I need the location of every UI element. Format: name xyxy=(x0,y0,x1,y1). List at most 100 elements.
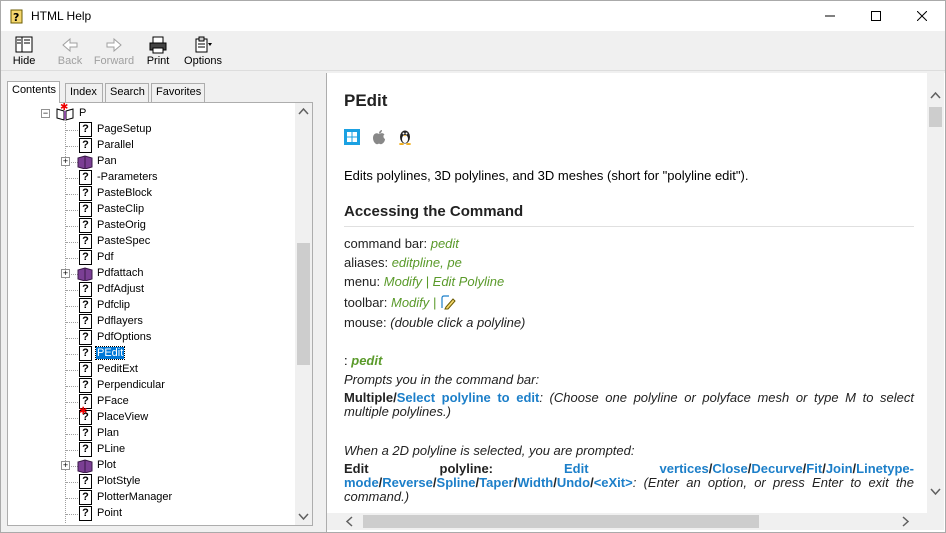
toolbar: Hide Back Forward Print Options xyxy=(1,31,945,71)
print-label: Print xyxy=(146,55,170,67)
expand-icon[interactable]: + xyxy=(61,269,70,278)
tree-item[interactable]: ? Perpendicular xyxy=(8,378,294,394)
tree-branch-line xyxy=(66,242,78,243)
edit-option-link[interactable]: Edit vertices xyxy=(564,461,709,476)
options-button[interactable]: Options xyxy=(181,33,225,71)
tree-item[interactable]: ? PlotterManager xyxy=(8,490,294,506)
edit-option-link[interactable]: Undo xyxy=(557,475,590,490)
content-horizontal-scrollbar[interactable] xyxy=(327,513,927,530)
tab-contents[interactable]: Contents xyxy=(7,81,60,103)
help-topic-icon: ? xyxy=(79,250,92,265)
printer-icon xyxy=(149,36,167,54)
tab-favorites[interactable]: Favorites xyxy=(151,83,205,102)
minimize-button[interactable] xyxy=(807,1,853,31)
title-bar[interactable]: ? HTML Help xyxy=(1,1,945,31)
tree-item[interactable]: ? Parallel xyxy=(8,138,294,154)
content-scroll-up-icon[interactable] xyxy=(927,87,944,104)
help-topic-icon: ? xyxy=(79,234,92,249)
tree-item[interactable]: ? PasteOrig xyxy=(8,218,294,234)
tree-item[interactable]: ? Pdfclip xyxy=(8,298,294,314)
maximize-button[interactable] xyxy=(853,1,899,31)
tree-item[interactable]: ? PageSetup xyxy=(8,122,294,138)
tab-search[interactable]: Search xyxy=(105,83,149,102)
tree-branch-line xyxy=(66,498,78,499)
help-topic-icon: ? xyxy=(79,426,92,441)
content-scroll-down-icon[interactable] xyxy=(927,483,944,500)
tree-item[interactable]: ? Point xyxy=(8,506,294,522)
contents-tree-frame: − ✱ P ? PageSetup? Parallel + Pan? -Parameter… xyxy=(7,102,313,526)
tree-branch-line xyxy=(66,306,78,307)
select-polyline-link[interactable]: Select polyline to edit xyxy=(397,390,540,405)
tree-root-row[interactable]: − ✱ P xyxy=(8,103,294,122)
toolbar-row: toolbar: Modify | xyxy=(344,294,456,310)
tree-item[interactable]: + Pdfattach xyxy=(8,266,294,282)
edit-option-link[interactable]: Fit xyxy=(806,461,822,476)
tree-item-label: PdfAdjust xyxy=(97,283,145,295)
edit-option-link[interactable]: Decurve xyxy=(751,461,802,476)
svg-text:?: ? xyxy=(13,11,19,24)
tree-item[interactable]: ? PdfOptions xyxy=(8,330,294,346)
back-label: Back xyxy=(57,55,83,67)
content-scroll-thumb[interactable] xyxy=(929,107,942,127)
page-title: PEdit xyxy=(344,91,388,110)
multiple-option: Multiple xyxy=(344,390,394,405)
help-topic-icon: ? xyxy=(79,474,92,489)
contents-tree[interactable]: − ✱ P ? PageSetup? Parallel + Pan? -Parameter… xyxy=(8,103,294,525)
tab-index[interactable]: Index xyxy=(65,83,103,102)
help-topic-icon: ? xyxy=(79,282,92,297)
tree-item[interactable]: ? Plan xyxy=(8,426,294,442)
tree-item[interactable]: ? PFace xyxy=(8,394,294,410)
tree-item[interactable]: ? ✱ PlaceView xyxy=(8,407,294,426)
mouse-row: mouse: (double click a polyline) xyxy=(344,315,525,330)
tree-item[interactable]: ? PasteSpec xyxy=(8,234,294,250)
tree-item[interactable]: + Plot xyxy=(8,458,294,474)
edit-option-link[interactable]: Taper xyxy=(479,475,513,490)
close-button[interactable] xyxy=(899,1,945,31)
back-button[interactable]: Back xyxy=(53,33,87,71)
tree-scroll-thumb[interactable] xyxy=(297,243,310,365)
navigation-pane: Contents Index Search Favorites − ✱ P ? P… xyxy=(3,73,323,532)
tree-item[interactable]: ? PlotStyle xyxy=(8,474,294,490)
tree-item[interactable]: + Pan xyxy=(8,154,294,170)
tree-vertical-scrollbar[interactable] xyxy=(295,103,312,525)
tree-item[interactable]: ? PdfAdjust xyxy=(8,282,294,298)
scroll-up-icon[interactable] xyxy=(295,103,312,120)
help-topic-icon: ? xyxy=(79,378,92,393)
tree-item-label: PeditExt xyxy=(97,363,138,375)
content-hscroll-thumb[interactable] xyxy=(363,515,759,528)
scroll-left-icon[interactable] xyxy=(341,513,358,530)
help-topic-icon: ? xyxy=(79,186,92,201)
scroll-down-icon[interactable] xyxy=(295,508,312,525)
tree-branch-line xyxy=(66,322,78,323)
content-vertical-scrollbar[interactable] xyxy=(927,73,944,513)
tree-item-label: PdfOptions xyxy=(97,331,152,343)
tree-item[interactable]: ? PasteClip xyxy=(8,202,294,218)
edit-option-link[interactable]: Reverse xyxy=(382,475,433,490)
expand-icon[interactable]: + xyxy=(61,157,70,166)
tree-item[interactable]: ? Pdf xyxy=(8,250,294,266)
forward-button[interactable]: Forward xyxy=(91,33,137,71)
edit-option-link[interactable]: Close xyxy=(712,461,747,476)
toolbar-key: toolbar: xyxy=(344,295,388,310)
edit-option-link[interactable]: Join xyxy=(826,461,853,476)
tree-item[interactable]: ? Pdflayers xyxy=(8,314,294,330)
edit-option-link[interactable]: Spline xyxy=(437,475,476,490)
edit-option-link[interactable]: <eXit> xyxy=(594,475,633,490)
tree-item-label: Pdfclip xyxy=(97,299,131,311)
scroll-right-icon[interactable] xyxy=(897,513,914,530)
print-button[interactable]: Print xyxy=(143,33,173,71)
tree-item-label: Pdflayers xyxy=(97,315,143,327)
tree-item[interactable]: ? -Parameters xyxy=(8,170,294,186)
tree-item-label: PasteOrig xyxy=(97,219,146,231)
tree-item-label: Plot xyxy=(97,459,116,471)
collapse-icon[interactable]: − xyxy=(41,109,50,118)
edit-option-link[interactable]: Width xyxy=(517,475,553,490)
hide-button[interactable]: Hide xyxy=(9,33,39,71)
tree-item[interactable]: ? PEdit xyxy=(8,346,294,362)
expand-icon[interactable]: + xyxy=(61,461,70,470)
help-topic-icon: ? xyxy=(79,298,92,313)
tree-item-label: Pdf xyxy=(97,251,114,263)
tree-item[interactable]: ? PasteBlock xyxy=(8,186,294,202)
tree-item[interactable]: ? PeditExt xyxy=(8,362,294,378)
tree-item[interactable]: ? PLine xyxy=(8,442,294,458)
